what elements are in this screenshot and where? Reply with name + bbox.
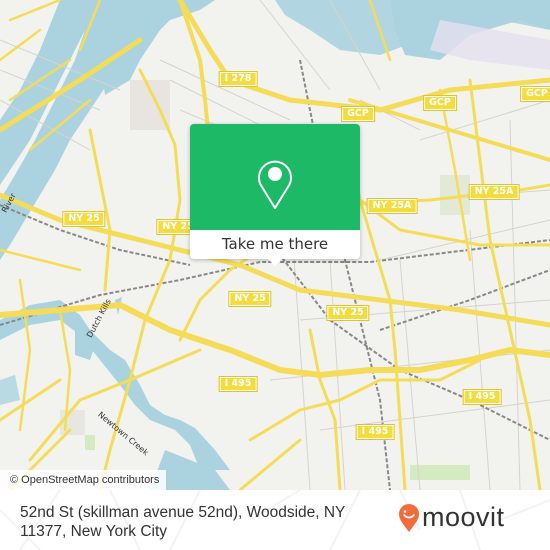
highway-shield-i495: I 495 — [218, 376, 258, 392]
highway-shield-gcp: GCP — [423, 95, 457, 111]
highway-shield-ny25a: NY 25A — [468, 184, 520, 200]
highway-shield-ny25: NY 25 — [62, 211, 106, 227]
moovit-logo[interactable]: moovit — [398, 501, 505, 535]
moovit-pin-smile-icon — [399, 504, 419, 532]
highway-shield-gcp: GCP — [520, 86, 550, 102]
popup-pointer — [267, 258, 283, 266]
take-me-there-button[interactable]: Take me there — [190, 230, 360, 259]
highway-shield-ny25: NY 25 — [228, 291, 272, 307]
map-view[interactable]: I 278 GCP GCP GCP NY 25 NY 25 NY 25 NY 2… — [0, 0, 550, 490]
highway-shield-i495: I 495 — [355, 424, 395, 440]
highway-shield-i278: I 278 — [218, 71, 258, 87]
popup-header — [190, 124, 360, 230]
footer: 52nd St (skillman avenue 52nd), Woodside… — [0, 490, 550, 550]
highway-shield-ny25: NY 25 — [326, 305, 370, 321]
highway-shield-i495: I 495 — [462, 389, 502, 405]
highway-shield-gcp: GCP — [341, 106, 375, 122]
highway-shield-ny25a: NY 25A — [366, 198, 418, 214]
osm-attribution[interactable]: © OpenStreetMap contributors — [0, 470, 167, 490]
map-pin-icon — [258, 160, 292, 209]
moovit-wordmark: moovit — [422, 501, 505, 532]
location-popup: Take me there — [190, 124, 360, 266]
address-text: 52nd St (skillman avenue 52nd), Woodside… — [20, 504, 346, 540]
